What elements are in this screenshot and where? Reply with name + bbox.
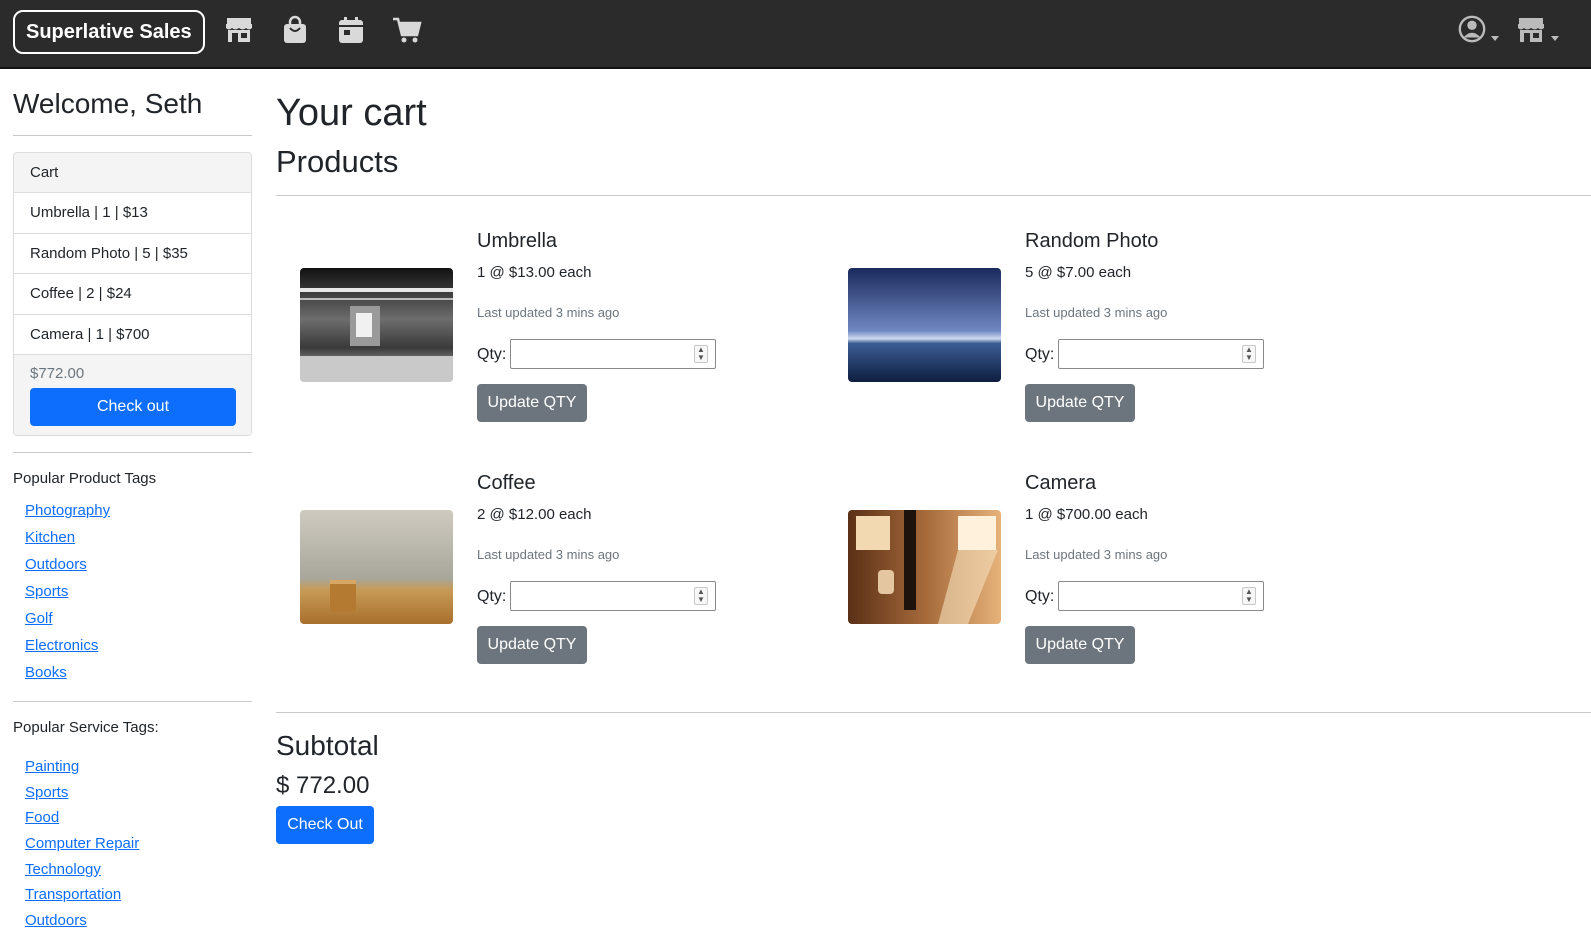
qty-label: Qty:: [1025, 588, 1055, 605]
service-tag-link[interactable]: Computer Repair: [25, 831, 139, 857]
product-name: Coffee: [477, 472, 536, 494]
qty-input[interactable]: [1058, 581, 1264, 611]
divider: [13, 452, 252, 453]
cart-item: Coffee | 2 | $24: [14, 274, 251, 315]
account-dropdown-caret-icon[interactable]: [1491, 36, 1499, 41]
service-tag-link[interactable]: Food: [25, 805, 139, 831]
store-icon[interactable]: [223, 14, 255, 46]
qty-input[interactable]: [1058, 339, 1264, 369]
sidebar: Welcome, Seth Cart Umbrella | 1 | $13 Ra…: [13, 70, 252, 934]
divider: [13, 135, 252, 136]
product-image-umbrella: [300, 268, 453, 382]
product-card-coffee: Coffee 2 @ $12.00 each Last updated 3 mi…: [300, 472, 820, 672]
qty-label: Qty:: [477, 346, 507, 363]
product-tag-link[interactable]: Photography: [25, 497, 110, 524]
product-updated: Last updated 3 mins ago: [1025, 547, 1168, 562]
update-qty-button[interactable]: Update QTY: [1025, 626, 1135, 664]
service-tag-link[interactable]: Transportation: [25, 882, 139, 908]
checkout-button[interactable]: Check Out: [276, 806, 374, 844]
cart-icon[interactable]: [391, 14, 423, 46]
product-image-camera: [848, 510, 1001, 624]
main-content: Your cart Products Umbrella 1 @ $13.00 e…: [276, 70, 1591, 934]
qty-input[interactable]: [510, 339, 716, 369]
divider: [276, 712, 1591, 713]
cart-footer: $772.00 Check out: [14, 355, 251, 435]
product-tags-title: Popular Product Tags: [13, 470, 157, 487]
service-tag-link[interactable]: Technology: [25, 857, 139, 883]
update-qty-button[interactable]: Update QTY: [477, 384, 587, 422]
cart-header: Cart: [14, 153, 251, 193]
product-tag-link[interactable]: Golf: [25, 605, 110, 632]
product-tag-link[interactable]: Electronics: [25, 632, 110, 659]
update-qty-button[interactable]: Update QTY: [477, 626, 587, 664]
qty-spinner-icon[interactable]: ▲ ▼: [1242, 345, 1256, 363]
product-card-camera: Camera 1 @ $700.00 each Last updated 3 m…: [848, 472, 1368, 672]
service-tag-link[interactable]: Outdoors: [25, 908, 139, 934]
store-dropdown-caret-icon[interactable]: [1551, 36, 1559, 41]
product-updated: Last updated 3 mins ago: [477, 547, 620, 562]
service-tags-title: Popular Service Tags:: [13, 719, 159, 736]
qty-spinner-icon[interactable]: ▲ ▼: [694, 345, 708, 363]
cart-item: Camera | 1 | $700: [14, 315, 251, 355]
divider: [13, 701, 252, 702]
cart-item: Umbrella | 1 | $13: [14, 193, 251, 234]
product-price: 1 @ $13.00 each: [477, 264, 592, 281]
qty-input[interactable]: [510, 581, 716, 611]
service-tag-link[interactable]: Painting: [25, 754, 139, 780]
service-tags-list: Painting Sports Food Computer Repair Tec…: [25, 754, 139, 934]
qty-spinner-icon[interactable]: ▲ ▼: [1242, 587, 1256, 605]
product-price: 1 @ $700.00 each: [1025, 506, 1148, 523]
qty-label: Qty:: [1025, 346, 1055, 363]
service-tag-link[interactable]: Sports: [25, 780, 139, 806]
cart-item: Random Photo | 5 | $35: [14, 234, 251, 274]
product-tags-list: Photography Kitchen Outdoors Sports Golf…: [25, 497, 110, 686]
product-name: Umbrella: [477, 230, 558, 252]
product-image-random-photo: [848, 268, 1001, 382]
brand-logo-button[interactable]: Superlative Sales: [13, 10, 205, 54]
product-updated: Last updated 3 mins ago: [477, 305, 620, 320]
subtotal-value: $ 772.00: [276, 772, 370, 799]
shopping-bag-icon[interactable]: [279, 14, 311, 46]
product-updated: Last updated 3 mins ago: [1025, 305, 1168, 320]
store-menu-icon[interactable]: [1515, 14, 1547, 46]
account-icon[interactable]: [1457, 14, 1487, 44]
product-tag-link[interactable]: Sports: [25, 578, 110, 605]
subtotal-heading: Subtotal: [276, 730, 379, 761]
sidebar-checkout-button[interactable]: Check out: [30, 388, 236, 426]
product-image-coffee: [300, 510, 453, 624]
page-title: Your cart: [276, 92, 427, 134]
product-tag-link[interactable]: Kitchen: [25, 524, 110, 551]
product-price: 2 @ $12.00 each: [477, 506, 592, 523]
welcome-heading: Welcome, Seth: [13, 88, 203, 119]
product-tag-link[interactable]: Outdoors: [25, 551, 110, 578]
qty-spinner-icon[interactable]: ▲ ▼: [694, 587, 708, 605]
product-tag-link[interactable]: Books: [25, 659, 110, 686]
cart-total: $772.00: [30, 365, 85, 382]
divider: [276, 195, 1591, 196]
update-qty-button[interactable]: Update QTY: [1025, 384, 1135, 422]
product-name: Random Photo: [1025, 230, 1159, 252]
qty-label: Qty:: [477, 588, 507, 605]
products-heading: Products: [276, 144, 399, 179]
cart-summary-card: Cart Umbrella | 1 | $13 Random Photo | 5…: [13, 152, 252, 436]
product-name: Camera: [1025, 472, 1097, 494]
calendar-icon[interactable]: [335, 14, 367, 46]
top-navbar: Superlative Sales: [0, 0, 1591, 69]
product-card-random-photo: Random Photo 5 @ $7.00 each Last updated…: [848, 230, 1368, 430]
product-price: 5 @ $7.00 each: [1025, 264, 1132, 281]
product-card-umbrella: Umbrella 1 @ $13.00 each Last updated 3 …: [300, 230, 820, 430]
